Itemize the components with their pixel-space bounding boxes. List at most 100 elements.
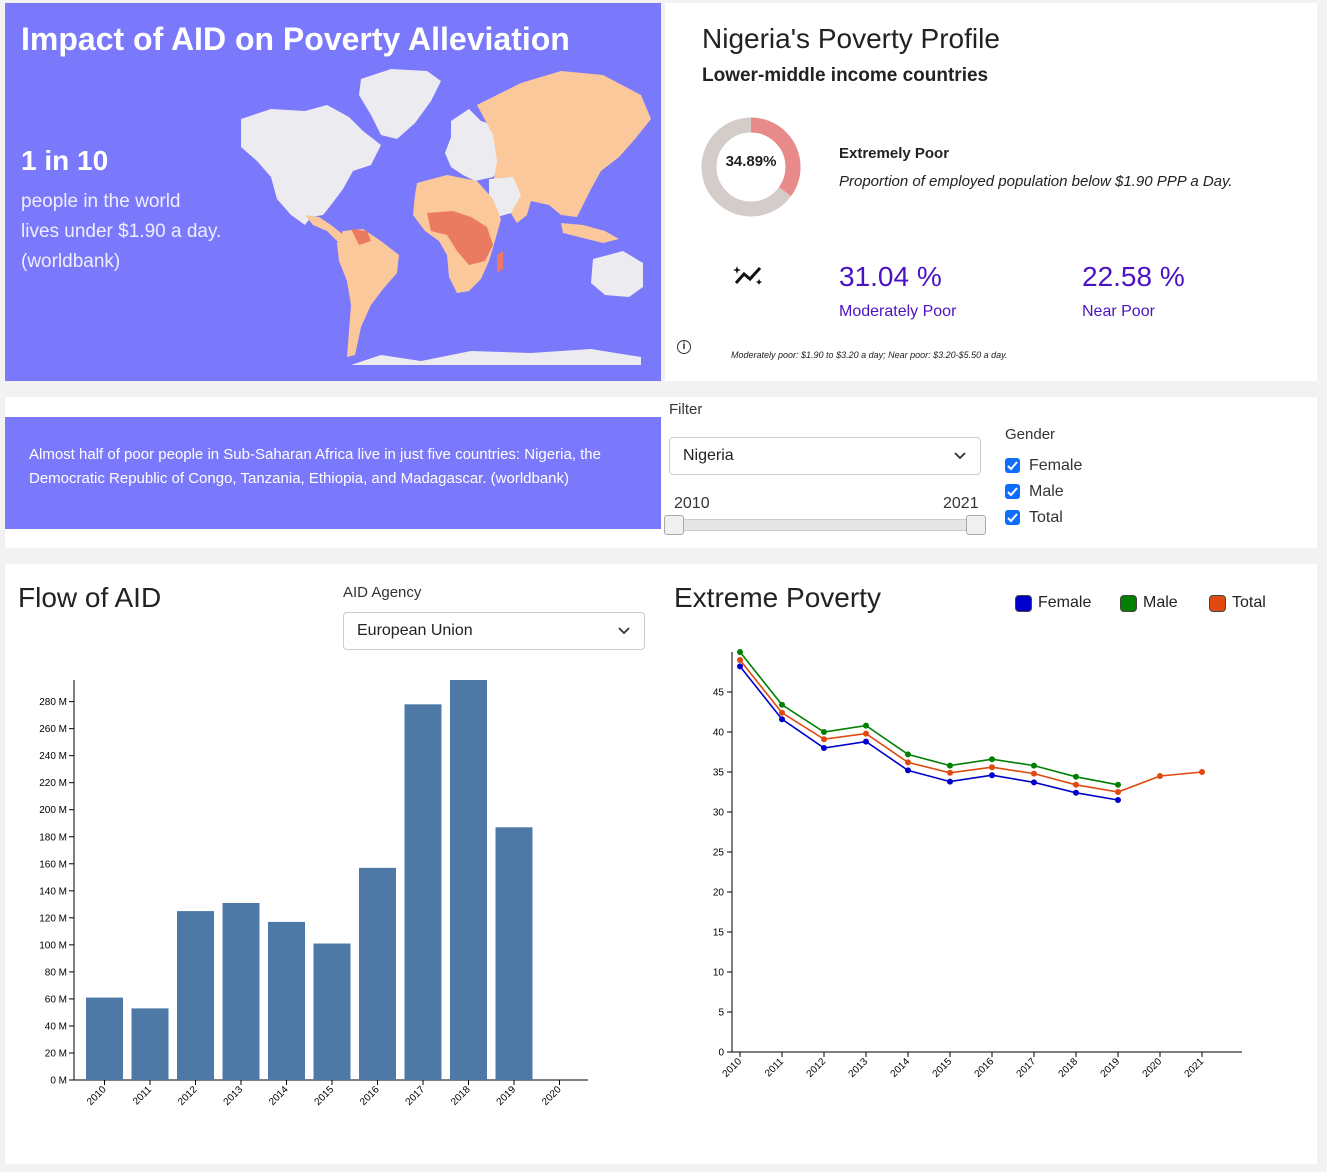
x-tick-label: 2010 xyxy=(85,1084,109,1108)
y-tick-label: 30 xyxy=(713,808,725,819)
legend-male: Male xyxy=(1143,594,1178,611)
total-checkbox-label[interactable]: Total xyxy=(1029,509,1063,527)
x-tick-label: 2019 xyxy=(495,1084,519,1108)
x-tick-label: 2021 xyxy=(1183,1056,1207,1080)
y-tick-label: 180 M xyxy=(39,832,67,843)
map-se-asia[interactable] xyxy=(561,223,619,243)
near-poor-label: Near Poor xyxy=(1082,303,1155,320)
y-tick-label: 220 M xyxy=(39,778,67,789)
male-checkbox-label[interactable]: Male xyxy=(1029,483,1064,501)
poverty-profile-panel: Nigeria's Poverty Profile Lower-middle i… xyxy=(665,3,1317,381)
data-point-total xyxy=(905,759,911,766)
data-point-female xyxy=(1031,779,1037,786)
series-line-female xyxy=(739,665,1119,801)
info-icon[interactable]: i xyxy=(677,340,691,354)
x-tick-label: 2020 xyxy=(1141,1056,1165,1080)
x-tick-label: 2019 xyxy=(1099,1056,1123,1080)
map-greenland[interactable] xyxy=(359,69,441,139)
extreme-poor-desc: Proportion of employed population below … xyxy=(839,173,1233,190)
bar xyxy=(313,943,351,1080)
year-slider-max-handle[interactable] xyxy=(966,515,986,535)
country-select[interactable]: Nigeria xyxy=(669,437,981,475)
year-slider-min-handle[interactable] xyxy=(664,515,684,535)
total-checkbox[interactable] xyxy=(1005,510,1020,525)
y-tick-label: 5 xyxy=(718,1008,724,1019)
data-point-total xyxy=(821,736,827,743)
poverty-chart-title: Extreme Poverty xyxy=(674,582,881,613)
y-tick-label: 280 M xyxy=(39,697,67,708)
x-tick-label: 2012 xyxy=(176,1084,200,1108)
y-tick-label: 20 M xyxy=(45,1048,67,1059)
bar xyxy=(86,997,123,1080)
filter-label: Filter xyxy=(669,401,703,418)
x-tick-label: 2013 xyxy=(222,1084,246,1108)
bar xyxy=(359,867,396,1080)
y-tick-label: 40 xyxy=(713,728,725,739)
map-madagascar[interactable] xyxy=(497,251,503,273)
footnote: Moderately poor: $1.90 to $3.20 a day; N… xyxy=(731,350,1008,360)
hero-stat: 1 in 10 xyxy=(21,145,109,176)
map-north-america[interactable] xyxy=(241,105,381,225)
data-point-total xyxy=(863,730,869,737)
bar xyxy=(131,1008,169,1080)
map-antarctica[interactable] xyxy=(351,349,641,365)
x-tick-label: 2015 xyxy=(313,1084,337,1108)
series-line-total xyxy=(739,659,1203,793)
y-tick-label: 240 M xyxy=(39,751,67,762)
aid-agency-select[interactable]: European Union xyxy=(343,612,645,650)
data-point-male xyxy=(821,729,827,735)
moderately-poor-value: 31.04 % xyxy=(839,261,942,292)
series-line-male xyxy=(739,651,1119,786)
y-tick-label: 200 M xyxy=(39,805,67,816)
legend-swatch-female xyxy=(1015,595,1032,612)
world-map[interactable] xyxy=(231,65,656,370)
data-point-male xyxy=(1031,762,1037,769)
legend-swatch-male xyxy=(1120,595,1137,612)
data-point-female xyxy=(821,745,827,751)
profile-subtitle: Lower-middle income countries xyxy=(702,65,989,86)
x-tick-label: 2014 xyxy=(267,1084,291,1108)
data-point-total xyxy=(1031,770,1037,777)
y-tick-label: 160 M xyxy=(39,859,67,870)
data-point-male xyxy=(989,756,995,763)
y-tick-label: 40 M xyxy=(45,1021,67,1032)
data-point-female xyxy=(1073,789,1079,796)
aid-agency-select-value: European Union xyxy=(357,622,473,639)
year-min-label: 2010 xyxy=(674,495,710,512)
x-tick-label: 2010 xyxy=(721,1056,745,1080)
moderately-poor-label: Moderately Poor xyxy=(839,303,957,320)
gender-label: Gender xyxy=(1005,426,1056,443)
map-central-america[interactable] xyxy=(305,215,345,241)
hero-title: Impact of AID on Poverty Alleviation xyxy=(21,21,570,57)
y-tick-label: 260 M xyxy=(39,724,67,735)
y-tick-label: 100 M xyxy=(39,940,67,951)
hero-desc-line: people in the world xyxy=(21,191,181,212)
map-south-america[interactable] xyxy=(337,229,399,357)
legend-female: Female xyxy=(1038,594,1092,611)
hero-desc-line: (worldbank) xyxy=(21,251,121,272)
map-australia[interactable] xyxy=(591,251,643,297)
y-tick-label: 15 xyxy=(713,928,725,939)
y-tick-label: 80 M xyxy=(45,967,67,978)
female-checkbox-label[interactable]: Female xyxy=(1029,457,1082,475)
data-point-male xyxy=(737,649,743,655)
bar xyxy=(268,921,305,1080)
data-point-male xyxy=(947,762,953,769)
hero-panel: Impact of AID on Poverty Alleviation 1 i… xyxy=(5,3,661,381)
x-tick-label: 2011 xyxy=(131,1084,154,1107)
x-tick-label: 2020 xyxy=(540,1084,564,1108)
x-tick-label: 2017 xyxy=(1015,1056,1039,1080)
legend-swatch-total xyxy=(1209,595,1226,612)
bar xyxy=(177,911,214,1080)
extreme-poor-title: Extremely Poor xyxy=(839,145,950,162)
year-range-slider[interactable] xyxy=(667,519,984,531)
x-tick-label: 2018 xyxy=(1057,1056,1081,1080)
male-checkbox[interactable] xyxy=(1005,484,1020,499)
y-tick-label: 45 xyxy=(713,688,725,699)
female-checkbox[interactable] xyxy=(1005,458,1020,473)
data-point-male xyxy=(1073,773,1079,780)
data-point-total xyxy=(779,709,785,716)
data-point-total xyxy=(737,657,743,663)
profile-title: Nigeria's Poverty Profile xyxy=(702,23,1000,54)
x-tick-label: 2013 xyxy=(847,1056,871,1080)
